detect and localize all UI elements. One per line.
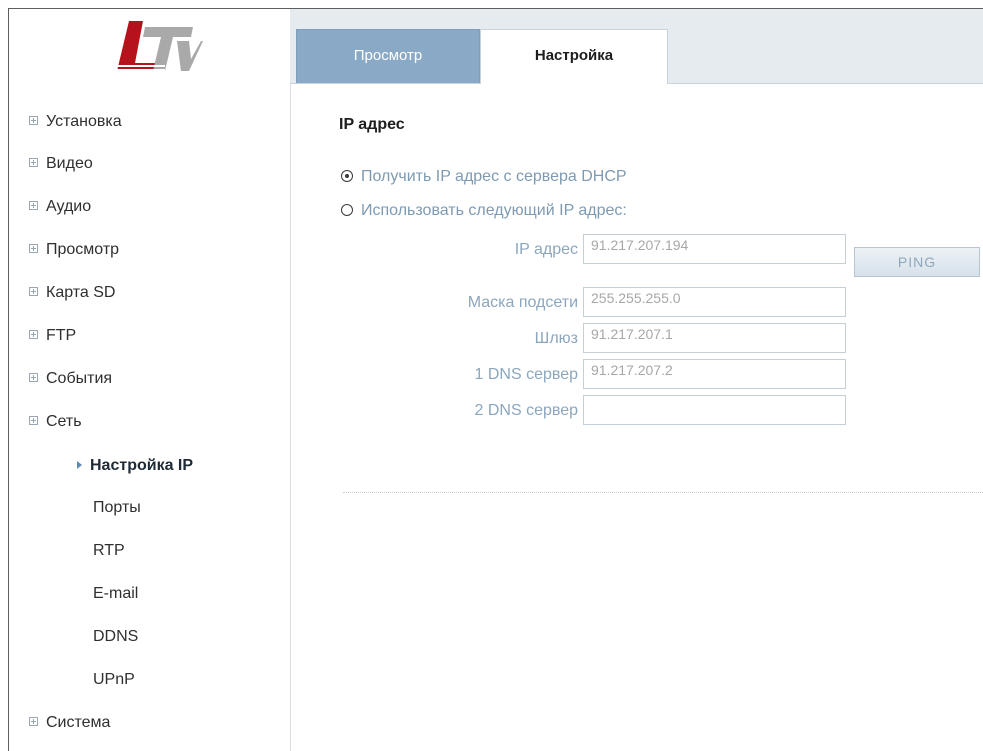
expand-icon xyxy=(29,416,38,426)
radio-checked-icon xyxy=(341,170,353,182)
radio-dhcp[interactable]: Получить IP адрес с сервера DHCP xyxy=(341,168,627,186)
tab-settings[interactable]: Настройка xyxy=(480,29,668,84)
menu-item-view[interactable]: Просмотр xyxy=(29,241,119,259)
gateway-label: Шлюз xyxy=(534,330,578,347)
ping-button[interactable]: PING xyxy=(854,247,980,277)
dns2-label: 2 DNS сервер xyxy=(474,402,578,419)
app-frame: Установка Видео Аудио Просмотр Карта SD … xyxy=(8,8,983,751)
subnet-mask-label: Маска подсети xyxy=(467,294,578,311)
arrow-right-icon xyxy=(77,461,82,469)
divider xyxy=(343,492,983,493)
expand-icon xyxy=(29,287,38,297)
sidebar: Установка Видео Аудио Просмотр Карта SD … xyxy=(9,9,291,751)
dns1-label: 1 DNS сервер xyxy=(474,366,578,383)
radio-unchecked-icon xyxy=(341,204,353,216)
tab-view[interactable]: Просмотр xyxy=(296,29,480,83)
ip-address-label: IP адрес xyxy=(514,241,578,258)
expand-icon xyxy=(29,201,38,211)
dns2-field[interactable] xyxy=(583,395,846,425)
submenu-item-ddns[interactable]: DDNS xyxy=(93,628,138,646)
menu-item-install[interactable]: Установка xyxy=(29,113,122,131)
submenu-item-ports[interactable]: Порты xyxy=(93,499,141,517)
submenu-item-email[interactable]: E-mail xyxy=(93,585,138,603)
menu-item-system[interactable]: Система xyxy=(29,714,110,732)
ltv-logo xyxy=(115,21,203,71)
dns1-field[interactable]: 91.217.207.2 xyxy=(583,359,846,389)
submenu-item-upnp[interactable]: UPnP xyxy=(93,671,135,689)
menu-item-network[interactable]: Сеть xyxy=(29,413,82,431)
expand-icon xyxy=(29,717,38,727)
submenu-item-rtp[interactable]: RTP xyxy=(93,542,125,560)
tab-bar: Просмотр Настройка xyxy=(290,9,983,84)
menu-item-sd-card[interactable]: Карта SD xyxy=(29,284,115,302)
menu-item-events[interactable]: События xyxy=(29,370,112,388)
expand-icon xyxy=(29,158,38,168)
ip-settings-panel: IP адрес Получить IP адрес с сервера DHC… xyxy=(291,84,983,751)
expand-icon xyxy=(29,116,38,126)
expand-icon xyxy=(29,373,38,383)
gateway-field[interactable]: 91.217.207.1 xyxy=(583,323,846,353)
expand-icon xyxy=(29,244,38,254)
section-title: IP адрес xyxy=(339,116,405,133)
submenu-item-ip-settings[interactable]: Настройка IP xyxy=(77,457,193,475)
menu-item-video[interactable]: Видео xyxy=(29,155,93,173)
subnet-mask-field[interactable]: 255.255.255.0 xyxy=(583,287,846,317)
menu-item-audio[interactable]: Аудио xyxy=(29,198,91,216)
ip-address-field[interactable]: 91.217.207.194 xyxy=(583,234,846,264)
menu-item-ftp[interactable]: FTP xyxy=(29,327,76,345)
radio-static-ip[interactable]: Использовать следующий IP адрес: xyxy=(341,202,627,220)
expand-icon xyxy=(29,330,38,340)
